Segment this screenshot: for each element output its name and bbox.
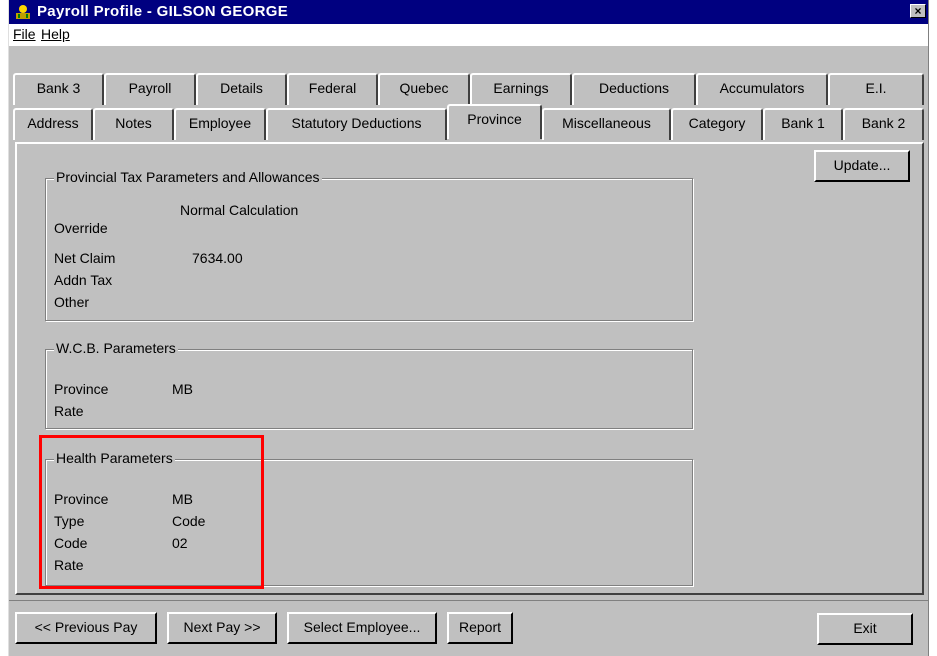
tab-employee[interactable]: Employee [174,108,266,140]
override-label: Override [54,220,108,236]
menu-help[interactable]: Help [41,26,70,42]
select-employee-label: Select Employee... [303,619,421,635]
provincial-tax-group-title: Provincial Tax Parameters and Allowances [54,169,322,185]
tab-accumulators[interactable]: Accumulators [696,73,828,105]
net-claim-label: Net Claim [54,250,116,266]
menu-file-label: File [13,26,36,42]
other-label: Other [54,294,90,310]
close-button[interactable]: × [910,4,926,18]
tab-earnings[interactable]: Earnings [470,73,572,105]
next-pay-label: Next Pay >> [183,619,261,635]
menu-help-label: Help [41,26,70,42]
select-employee-button[interactable]: Select Employee... [287,612,437,644]
wcb-group-title: W.C.B. Parameters [54,340,178,356]
window-title: Payroll Profile - GILSON GEORGE [37,3,289,20]
wcb-group: W.C.B. Parameters Province MB Rate [45,340,693,429]
report-label: Report [458,619,502,635]
wcb-province-value: MB [172,381,193,397]
tab-federal[interactable]: Federal [287,73,378,105]
footer-divider [9,600,928,601]
tab-bank-1[interactable]: Bank 1 [763,108,843,140]
tab-details[interactable]: Details [196,73,287,105]
wcb-province-label: Province [54,381,109,397]
previous-pay-label: << Previous Pay [34,619,138,635]
menu-file[interactable]: File [13,26,36,42]
provincial-tax-group: Provincial Tax Parameters and Allowances… [45,169,693,321]
wcb-rate-label: Rate [54,403,84,419]
tab-statutory-deductions[interactable]: Statutory Deductions [266,108,447,140]
exit-button[interactable]: Exit [817,613,913,645]
addn-tax-label: Addn Tax [54,272,113,288]
tab-ei[interactable]: E.I. [828,73,924,105]
tab-category[interactable]: Category [671,108,763,140]
exit-label: Exit [853,620,877,636]
tab-address[interactable]: Address [13,108,93,140]
tab-payroll[interactable]: Payroll [104,73,196,105]
previous-pay-button[interactable]: << Previous Pay [15,612,157,644]
net-claim-value: 7634.00 [192,250,243,266]
tab-bank-3[interactable]: Bank 3 [13,73,104,105]
tab-bank-2[interactable]: Bank 2 [843,108,924,140]
calculation-mode: Normal Calculation [180,202,299,218]
update-button[interactable]: Update... [814,150,910,182]
health-parameters-highlight-box [39,435,264,589]
payroll-profile-window: Payroll Profile - GILSON GEORGE × File H… [8,0,929,656]
report-button[interactable]: Report [447,612,513,644]
tab-province[interactable]: Province [447,104,542,139]
next-pay-button[interactable]: Next Pay >> [167,612,277,644]
tab-quebec[interactable]: Quebec [378,73,470,105]
tab-notes[interactable]: Notes [93,108,174,140]
update-button-label: Update... [833,157,891,173]
tab-deductions[interactable]: Deductions [572,73,696,105]
payroll-app-icon [16,5,30,19]
menu-bar: File Help [9,24,928,46]
tab-miscellaneous[interactable]: Miscellaneous [542,108,671,140]
title-bar[interactable]: Payroll Profile - GILSON GEORGE × [9,0,928,24]
